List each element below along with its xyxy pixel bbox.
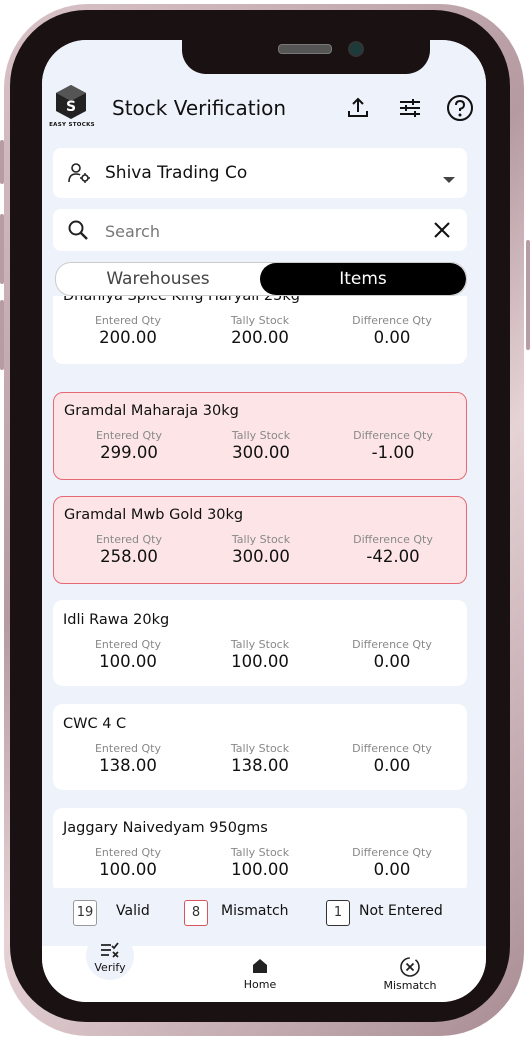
not-entered-label: Not Entered — [359, 903, 443, 919]
entered-label: Entered Qty — [94, 846, 161, 859]
tally-value: 300.00 — [232, 443, 290, 462]
list-item[interactable]: CWC 4 C Entered Qty 138.00 Tally Stock 1… — [53, 704, 467, 790]
item-name: Jaggary Naivedyam 950gms — [63, 820, 268, 836]
camera — [348, 41, 364, 57]
upload-icon[interactable] — [344, 94, 372, 122]
tally-value: 200.00 — [231, 328, 289, 347]
item-name: CWC 4 C — [63, 716, 127, 732]
item-name: Gramdal Mwb Gold 30kg — [64, 507, 244, 523]
difference-label: Difference Qty — [352, 314, 432, 327]
logo-cube-icon: S — [56, 85, 86, 119]
difference-label: Difference Qty — [352, 638, 432, 651]
tab-items[interactable]: Items — [260, 263, 466, 295]
svg-text:S: S — [66, 99, 76, 115]
clear-icon[interactable] — [433, 221, 451, 243]
entered-value: 258.00 — [100, 547, 158, 566]
list-item[interactable]: Gramdal Mwb Gold 30kg Entered Qty 258.00… — [53, 496, 467, 584]
side-button — [526, 240, 530, 350]
entered-value: 299.00 — [100, 443, 158, 462]
party-name: Shiva Trading Co — [105, 163, 248, 183]
entered-value: 138.00 — [99, 756, 157, 775]
entered-label: Entered Qty — [94, 638, 161, 651]
tally-label: Tally Stock — [231, 429, 291, 442]
tally-label: Tally Stock — [230, 742, 290, 755]
list-item[interactable]: Idli Rawa 20kg Entered Qty 100.00 Tally … — [53, 600, 467, 686]
entered-value: 100.00 — [99, 860, 157, 879]
difference-value: -42.00 — [366, 547, 420, 566]
side-button — [0, 214, 4, 284]
difference-value: 0.00 — [373, 652, 411, 671]
tab-bar: Warehouses Items — [55, 262, 467, 296]
entered-label: Entered Qty — [94, 314, 161, 327]
page-title: Stock Verification — [112, 96, 287, 120]
tally-label: Tally Stock — [231, 533, 291, 546]
bottom-nav: Verify Home Mismatch — [42, 932, 486, 1002]
nav-mismatch[interactable]: Mismatch — [360, 956, 460, 992]
tally-value: 300.00 — [232, 547, 290, 566]
difference-value: 0.00 — [373, 328, 411, 347]
item-name: Gramdal Maharaja 30kg — [64, 403, 239, 419]
chevron-down-icon — [443, 170, 455, 189]
list-item[interactable]: Jaggary Naivedyam 950gms Entered Qty 100… — [53, 808, 467, 888]
difference-label: Difference Qty — [353, 429, 433, 442]
entered-value: 100.00 — [99, 652, 157, 671]
items-list: Dhaniya Spice King Haryali 25kg Entered … — [42, 296, 486, 888]
list-item[interactable]: Dhaniya Spice King Haryali 25kg Entered … — [53, 296, 467, 364]
app-screen: S EASY STOCKS Stock Verification Shiva T… — [42, 40, 486, 1002]
nav-home-label: Home — [243, 978, 277, 991]
list-item[interactable]: Gramdal Maharaja 30kg Entered Qty 299.00… — [53, 392, 467, 480]
filter-sliders-icon[interactable] — [396, 94, 424, 122]
difference-value: 0.00 — [373, 860, 411, 879]
entered-label: Entered Qty — [95, 429, 162, 442]
tab-warehouses[interactable]: Warehouses — [56, 263, 260, 295]
mismatch-count-badge[interactable]: 8 — [184, 900, 208, 926]
tally-value: 138.00 — [231, 756, 289, 775]
speaker — [278, 44, 332, 54]
app-logo: S EASY STOCKS — [48, 84, 95, 132]
nav-home[interactable]: Home — [210, 956, 310, 991]
side-button — [0, 300, 4, 370]
difference-value: 0.00 — [373, 756, 411, 775]
search-icon — [67, 219, 89, 245]
entered-label: Entered Qty — [94, 742, 161, 755]
nav-verify[interactable]: Verify — [60, 940, 160, 974]
status-summary: 19 Valid 8 Mismatch 1 Not Entered — [42, 890, 486, 934]
help-icon[interactable] — [446, 94, 474, 122]
mismatch-x-circle-icon — [399, 956, 421, 978]
tally-label: Tally Stock — [230, 314, 290, 327]
tally-value: 100.00 — [231, 860, 289, 879]
tally-value: 100.00 — [231, 652, 289, 671]
difference-label: Difference Qty — [352, 742, 432, 755]
user-settings-icon — [67, 162, 91, 188]
valid-count-badge[interactable]: 19 — [73, 900, 97, 926]
verify-list-icon — [99, 940, 121, 960]
valid-label: Valid — [116, 903, 150, 919]
tally-label: Tally Stock — [230, 846, 290, 859]
difference-label: Difference Qty — [352, 846, 432, 859]
nav-verify-label: Verify — [94, 961, 126, 974]
entered-value: 200.00 — [99, 328, 157, 347]
item-name: Dhaniya Spice King Haryali 25kg — [63, 296, 300, 304]
tally-label: Tally Stock — [230, 638, 290, 651]
search-bar — [53, 209, 467, 251]
difference-value: -1.00 — [371, 443, 415, 462]
mismatch-label: Mismatch — [221, 903, 289, 919]
not-entered-count-badge[interactable]: 1 — [326, 900, 350, 926]
logo-text: EASY STOCKS — [49, 122, 95, 128]
side-button — [0, 140, 4, 184]
home-icon — [250, 956, 270, 976]
party-selector[interactable]: Shiva Trading Co — [53, 148, 467, 198]
difference-label: Difference Qty — [353, 533, 433, 546]
nav-mismatch-label: Mismatch — [383, 979, 437, 992]
item-name: Idli Rawa 20kg — [63, 612, 170, 628]
search-input[interactable] — [103, 217, 407, 245]
notch — [182, 40, 430, 74]
entered-label: Entered Qty — [95, 533, 162, 546]
